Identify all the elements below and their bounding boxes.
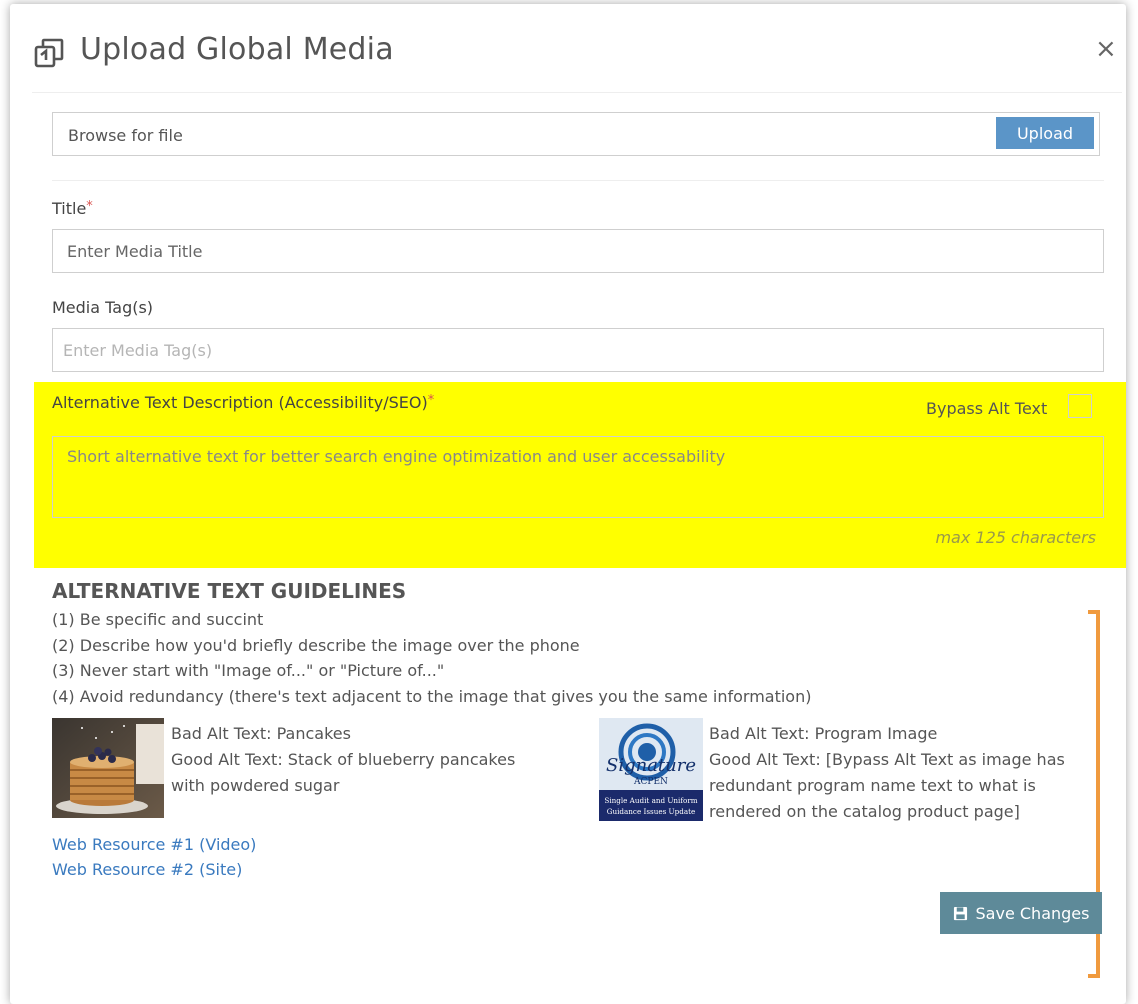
close-icon[interactable]: × [1095,34,1117,64]
media-tags-input[interactable] [52,328,1104,372]
max-characters-note: max 125 characters [935,528,1096,547]
alt-text-textarea[interactable] [52,436,1104,518]
example-program-text: Bad Alt Text: Program Image Good Alt Tex… [709,724,1065,821]
file-browser[interactable]: Browse for file Upload [52,112,1100,156]
pancakes-thumbnail [52,718,164,818]
media-tags-label: Media Tag(s) [52,298,154,317]
copy-icon [34,38,64,68]
program-logo-script: Signature [606,755,696,776]
title-label: Title* [52,199,93,218]
web-resource-site-link[interactable]: Web Resource #2 (Site) [52,860,242,879]
title-input[interactable] [52,229,1104,273]
alt-text-label: Alternative Text Description (Accessibil… [52,393,435,412]
program-thumbnail: Signature ACPEN Single Audit and Uniform… [599,718,703,821]
program-logo-sub: ACPEN [633,777,668,787]
guideline-item: (2) Describe how you'd briefly describe … [52,635,580,655]
required-mark: * [427,393,435,408]
guideline-item: (4) Avoid redundancy (there's text adjac… [52,686,812,706]
floppy-disk-icon [953,906,967,920]
save-changes-button[interactable]: Save Changes [940,892,1102,934]
browse-file-label: Browse for file [68,126,183,145]
program-image: Signature ACPEN Single Audit and Uniform… [599,718,703,821]
guideline-item: (1) Be specific and succint [52,610,264,629]
bypass-alt-text-checkbox[interactable] [1068,394,1092,418]
upload-media-dialog: Upload Global Media × Browse for file Up… [10,4,1126,1004]
bypass-alt-text-label: Bypass Alt Text [926,399,1048,418]
web-resource-video-link[interactable]: Web Resource #1 (Video) [52,835,256,854]
upload-button[interactable]: Upload [996,117,1094,149]
example-pancakes-text: Bad Alt Text: Pancakes Good Alt Text: St… [171,724,516,795]
dialog-title: Upload Global Media [80,32,394,67]
program-caption-1: Single Audit and Uniform [604,796,697,805]
pancakes-image [52,718,164,818]
header-divider [32,92,1122,93]
guidelines-list: (1) Be specific and succint (2) Describe… [52,607,811,709]
guidelines-heading: ALTERNATIVE TEXT GUIDELINES [52,579,407,603]
section-divider [52,180,1104,181]
guideline-item: (3) Never start with "Image of..." or "P… [52,661,445,680]
required-mark: * [86,199,93,214]
save-changes-label: Save Changes [975,903,1090,923]
program-caption-2: Guidance Issues Update [607,807,696,816]
